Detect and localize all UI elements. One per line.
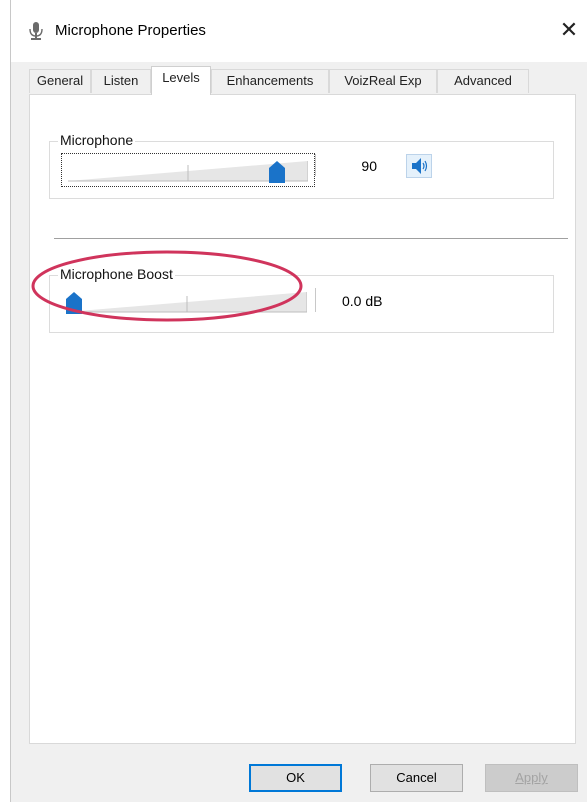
microphone-boost-slider-track: [67, 292, 307, 313]
tab-listen[interactable]: Listen: [91, 69, 151, 93]
ok-button[interactable]: OK: [249, 764, 342, 792]
close-icon: ✕: [559, 17, 579, 42]
microphone-group: Microphone 90: [49, 132, 554, 199]
speaker-icon: [412, 158, 428, 174]
microphone-boost-label: Microphone Boost: [58, 266, 175, 282]
tab-voizreal-exp[interactable]: VoizReal Exp: [329, 69, 437, 93]
properties-window: Microphone Properties ✕ General Listen L…: [10, 0, 587, 802]
microphone-slider-thumb[interactable]: [268, 161, 285, 183]
tab-levels[interactable]: Levels: [151, 66, 211, 95]
apply-button[interactable]: Apply: [485, 764, 578, 792]
levels-panel: Microphone 90 Microphone Boost 0.0 dB: [29, 94, 576, 744]
microphone-boost-value: 0.0 dB: [315, 288, 395, 312]
cancel-button[interactable]: Cancel: [370, 764, 463, 792]
close-button[interactable]: ✕: [552, 14, 586, 46]
title-bar: Microphone Properties ✕: [11, 0, 587, 62]
microphone-label: Microphone: [58, 132, 136, 148]
microphone-level-value[interactable]: 90: [315, 154, 385, 176]
tab-general[interactable]: General: [29, 69, 91, 93]
microphone-boost-group: Microphone Boost 0.0 dB: [49, 266, 554, 333]
tab-enhancements[interactable]: Enhancements: [211, 69, 329, 93]
microphone-slider[interactable]: [61, 153, 315, 187]
group-separator: [54, 238, 568, 239]
tab-advanced[interactable]: Advanced: [437, 69, 529, 93]
microphone-boost-slider[interactable]: [61, 287, 315, 321]
mute-button[interactable]: [406, 154, 432, 178]
window-title: Microphone Properties: [55, 22, 206, 39]
microphone-boost-slider-thumb[interactable]: [66, 292, 82, 314]
microphone-icon: [29, 22, 43, 40]
